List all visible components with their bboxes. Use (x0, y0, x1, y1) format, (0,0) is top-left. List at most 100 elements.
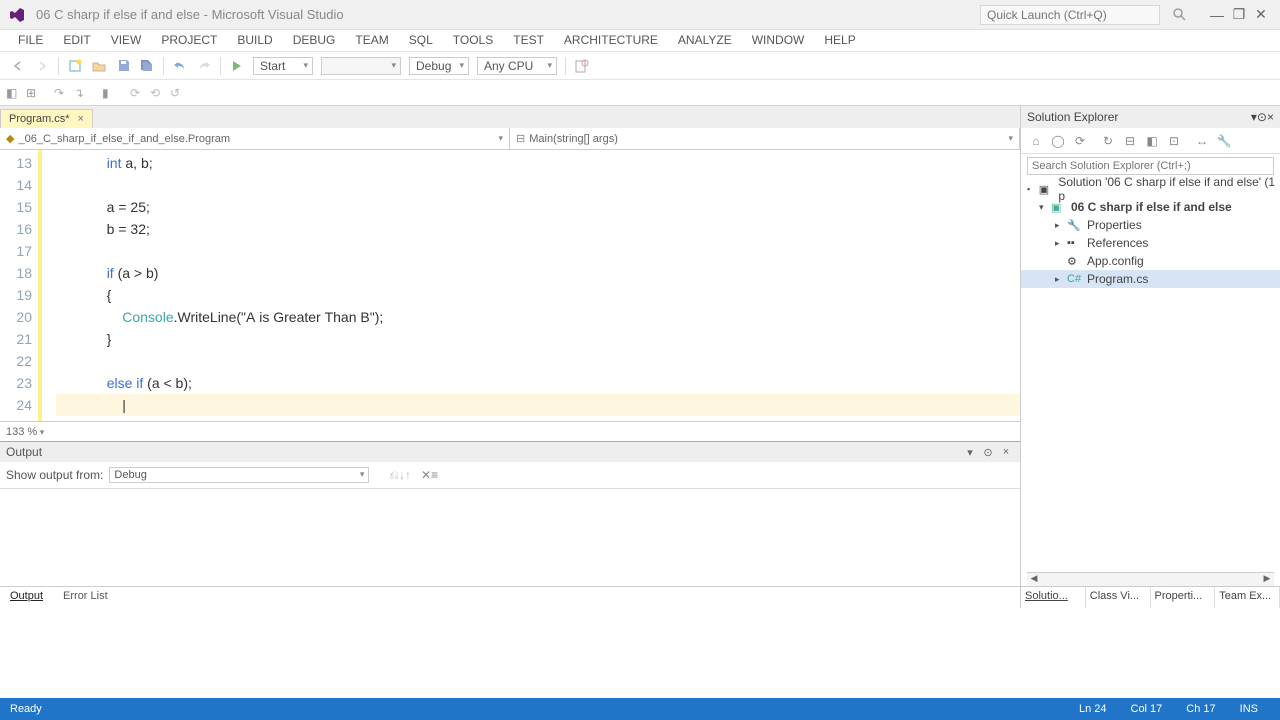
step-into-icon[interactable]: ↴ (74, 86, 94, 100)
se-home-icon[interactable]: ⌂ (1027, 132, 1045, 150)
menu-help[interactable]: HELP (814, 30, 865, 51)
right-tab-1-classvi[interactable]: Class Vi... (1086, 587, 1151, 608)
se-collapse-icon[interactable]: ⊟ (1121, 132, 1139, 150)
play-tool-icon[interactable]: ▮ (102, 86, 122, 100)
se-properties-icon[interactable]: ⊡ (1165, 132, 1183, 150)
close-button[interactable]: ✕ (1250, 6, 1272, 23)
menu-sql[interactable]: SQL (399, 30, 443, 51)
start-button[interactable]: Start (253, 57, 313, 75)
menu-bar: FILEEDITVIEWPROJECTBUILDDEBUGTEAMSQLTOOL… (0, 30, 1280, 52)
platform-combo[interactable]: Any CPU (477, 57, 557, 75)
search-icon[interactable] (1172, 7, 1188, 23)
output-pin-icon[interactable]: ⊙ (980, 446, 996, 459)
new-project-icon[interactable] (65, 56, 85, 76)
document-tabs: Program.cs* × (0, 106, 1020, 128)
close-tab-icon[interactable]: × (78, 113, 84, 125)
code-line[interactable] (56, 240, 1020, 262)
code-line[interactable]: } (56, 416, 1020, 421)
right-tab-3-teamex[interactable]: Team Ex... (1215, 587, 1280, 608)
scroll-right-icon[interactable]: ▶ (1260, 573, 1274, 587)
output-tool-3-icon[interactable]: ↑ (405, 468, 411, 482)
output-source-combo[interactable]: Debug (109, 467, 369, 483)
tool-icon-5[interactable]: ↺ (170, 86, 190, 100)
quick-launch-input[interactable] (980, 5, 1160, 25)
menu-analyze[interactable]: ANALYZE (668, 30, 742, 51)
se-title: Solution Explorer (1027, 110, 1251, 124)
save-all-icon[interactable] (137, 56, 157, 76)
code-line[interactable]: | (56, 394, 1020, 416)
menu-edit[interactable]: EDIT (53, 30, 100, 51)
tree-properties-node[interactable]: ▸🔧Properties (1021, 216, 1280, 234)
code-line[interactable]: } (56, 328, 1020, 350)
code-line[interactable]: { (56, 284, 1020, 306)
se-search-input[interactable] (1027, 157, 1274, 175)
tree-appconfig-node[interactable]: ⚙App.config (1021, 252, 1280, 270)
se-back-icon[interactable]: ◯ (1049, 132, 1067, 150)
menu-architecture[interactable]: ARCHITECTURE (554, 30, 668, 51)
right-tab-0-solutio[interactable]: Solutio... (1021, 587, 1086, 608)
se-scrollbar[interactable]: ◀ ▶ (1027, 572, 1274, 586)
output-tool-1-icon[interactable]: ⎌ (389, 468, 399, 483)
se-pin-icon[interactable]: ⊙ (1257, 110, 1267, 124)
se-show-all-icon[interactable]: ◧ (1143, 132, 1161, 150)
save-icon[interactable] (113, 56, 133, 76)
find-in-files-icon[interactable] (572, 56, 592, 76)
right-tab-2-properti[interactable]: Properti... (1151, 587, 1216, 608)
code-line[interactable]: Console.WriteLine("A is Greater Than B")… (56, 306, 1020, 328)
code-line[interactable]: b = 32; (56, 218, 1020, 240)
start-play-icon[interactable] (227, 56, 247, 76)
scroll-left-icon[interactable]: ◀ (1027, 573, 1041, 587)
menu-file[interactable]: FILE (8, 30, 53, 51)
output-close-icon[interactable]: × (998, 446, 1014, 458)
nav-scope-combo[interactable]: ◆_06_C_sharp_if_else_if_and_else.Program (0, 128, 510, 149)
tree-references-node[interactable]: ▸▪▪References (1021, 234, 1280, 252)
menu-debug[interactable]: DEBUG (283, 30, 346, 51)
tab-program-cs[interactable]: Program.cs* × (0, 109, 93, 128)
code-line[interactable] (56, 174, 1020, 196)
undo-icon[interactable] (170, 56, 190, 76)
code-line[interactable]: a = 25; (56, 196, 1020, 218)
tool-icon-1[interactable]: ◧ (6, 86, 26, 100)
tree-solution-node[interactable]: ▪▣Solution '06 C sharp if else if and el… (1021, 180, 1280, 198)
se-refresh-icon[interactable]: ↻ (1099, 132, 1117, 150)
nav-member-combo[interactable]: ⊟Main(string[] args) (510, 128, 1020, 149)
output-body[interactable] (0, 488, 1020, 586)
se-wrench-icon[interactable]: 🔧 (1215, 132, 1233, 150)
se-sync-icon[interactable]: ⟳ (1071, 132, 1089, 150)
se-preview-icon[interactable]: ↔ (1193, 132, 1211, 150)
step-over-icon[interactable]: ↷ (54, 86, 74, 100)
code-line[interactable] (56, 350, 1020, 372)
tool-icon-2[interactable]: ⊞ (26, 86, 46, 100)
output-clear-icon[interactable]: ✕ (421, 468, 431, 482)
tree-programcs-node[interactable]: ▸C#Program.cs (1021, 270, 1280, 288)
tool-icon-4[interactable]: ⟲ (150, 86, 170, 100)
code-line[interactable]: if (a > b) (56, 262, 1020, 284)
menu-team[interactable]: TEAM (345, 30, 398, 51)
maximize-button[interactable]: ❐ (1228, 6, 1250, 23)
menu-project[interactable]: PROJECT (151, 30, 227, 51)
menu-test[interactable]: TEST (503, 30, 554, 51)
menu-view[interactable]: VIEW (101, 30, 152, 51)
se-close-icon[interactable]: × (1267, 110, 1274, 124)
redo-icon[interactable] (194, 56, 214, 76)
code-line[interactable]: else if (a < b); (56, 372, 1020, 394)
config-combo[interactable]: Debug (409, 57, 469, 75)
nav-forward-icon[interactable] (32, 56, 52, 76)
bottom-tab-output[interactable]: Output (0, 587, 53, 608)
menu-build[interactable]: BUILD (227, 30, 282, 51)
code-area[interactable]: int a, b; a = 25; b = 32; if (a > b) { C… (56, 150, 1020, 421)
code-line[interactable]: int a, b; (56, 152, 1020, 174)
tool-icon-3[interactable]: ⟳ (130, 86, 150, 100)
menu-window[interactable]: WINDOW (742, 30, 815, 51)
open-file-icon[interactable] (89, 56, 109, 76)
nav-back-icon[interactable] (8, 56, 28, 76)
output-dropdown-icon[interactable]: ▾ (962, 446, 978, 459)
minimize-button[interactable]: — (1206, 7, 1228, 23)
launch-target-combo[interactable] (321, 57, 401, 75)
zoom-combo[interactable]: 133 % (6, 426, 44, 438)
code-editor[interactable]: 131415161718192021222324252627 int a, b;… (0, 150, 1020, 421)
solution-tree[interactable]: ▪▣Solution '06 C sharp if else if and el… (1021, 178, 1280, 572)
output-wrap-icon[interactable]: ≡ (431, 468, 438, 482)
bottom-tab-error-list[interactable]: Error List (53, 587, 118, 608)
menu-tools[interactable]: TOOLS (443, 30, 503, 51)
